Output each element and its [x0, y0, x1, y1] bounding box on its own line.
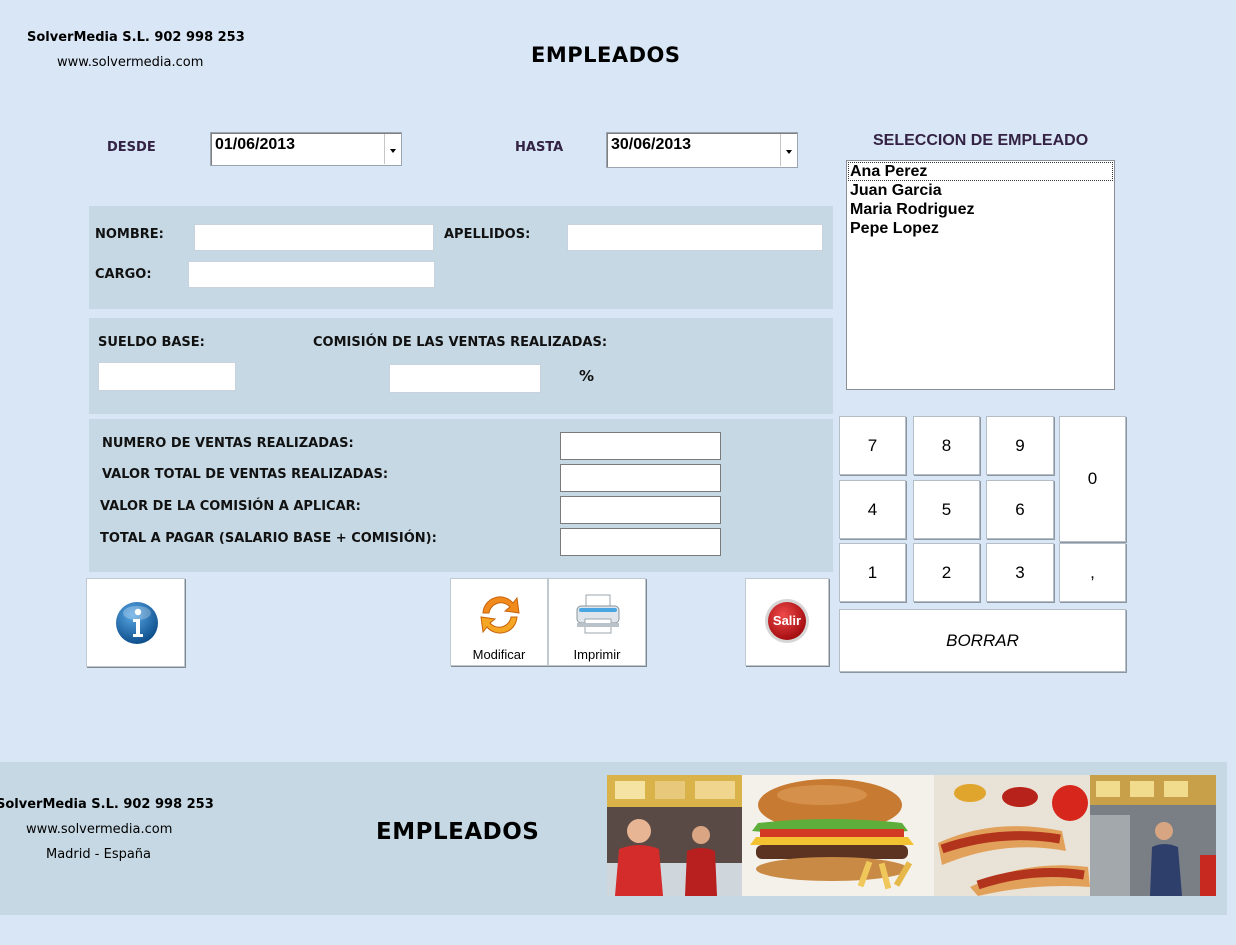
keypad-0-button[interactable]: 0: [1059, 416, 1126, 542]
desde-label: DESDE: [107, 140, 156, 155]
list-item-employee[interactable]: Juan Garcia: [848, 181, 1113, 200]
employee-selection-title: SELECCION DE EMPLEADO: [873, 132, 1089, 149]
cargo-field[interactable]: [188, 261, 435, 288]
company-phone: SolverMedia S.L. 902 998 253: [27, 30, 245, 45]
valor-total-field[interactable]: [560, 464, 721, 492]
hasta-date-picker[interactable]: 30/06/2013: [606, 132, 798, 168]
imprimir-label: Imprimir: [573, 647, 621, 662]
list-item-employee[interactable]: Maria Rodriguez: [848, 200, 1113, 219]
total-pagar-label: TOTAL A PAGAR (SALARIO BASE + COMISIÓN):: [100, 531, 437, 546]
list-item-employee[interactable]: Pepe Lopez: [848, 219, 1113, 238]
keypad-9-button[interactable]: 9: [986, 416, 1054, 475]
total-pagar-field[interactable]: [560, 528, 721, 556]
desde-date-picker[interactable]: 01/06/2013: [210, 132, 402, 166]
percent-label: %: [579, 367, 595, 385]
employee-listbox[interactable]: Ana Perez Juan Garcia Maria Rodriguez Pe…: [846, 160, 1115, 390]
desde-date-value: 01/06/2013: [215, 136, 296, 153]
hamburger-image: [742, 775, 934, 896]
nombre-field[interactable]: [194, 224, 434, 251]
list-item-employee[interactable]: Ana Perez: [848, 162, 1113, 181]
nombre-label: NOMBRE:: [95, 227, 164, 242]
keypad-1-button[interactable]: 1: [839, 543, 906, 602]
footer-location: Madrid - España: [46, 847, 152, 862]
hasta-label: HASTA: [515, 140, 564, 155]
refresh-icon: [480, 596, 520, 634]
footer-company-phone: SolverMedia S.L. 902 998 253: [0, 797, 214, 812]
keypad-6-button[interactable]: 6: [986, 480, 1054, 539]
printer-icon: [576, 594, 620, 634]
salir-button[interactable]: Salir: [745, 578, 829, 666]
hotdog-image: [934, 775, 1090, 896]
modificar-button[interactable]: Modificar: [450, 578, 548, 666]
numero-ventas-label: NUMERO DE VENTAS REALIZADAS:: [102, 436, 354, 451]
kitchen-worker-image: [1090, 775, 1216, 896]
personal-info-panel: [89, 206, 833, 309]
comision-field[interactable]: [389, 364, 541, 393]
modificar-label: Modificar: [472, 647, 526, 662]
imprimir-button[interactable]: Imprimir: [548, 578, 646, 666]
chevron-down-icon[interactable]: [780, 134, 796, 166]
info-icon: [116, 602, 158, 644]
page-title: EMPLEADOS: [531, 43, 681, 67]
apellidos-field[interactable]: [567, 224, 823, 251]
info-button[interactable]: [86, 578, 185, 667]
sueldo-base-field[interactable]: [98, 362, 236, 391]
restaurant-staff-image: [607, 775, 742, 896]
valor-comision-label: VALOR DE LA COMISIÓN A APLICAR:: [100, 499, 361, 514]
keypad-5-button[interactable]: 5: [913, 480, 980, 539]
keypad-4-button[interactable]: 4: [839, 480, 906, 539]
keypad-7-button[interactable]: 7: [839, 416, 906, 475]
keypad-2-button[interactable]: 2: [913, 543, 980, 602]
footer-website: www.solvermedia.com: [26, 822, 173, 837]
footer-title: EMPLEADOS: [376, 819, 540, 845]
valor-comision-field[interactable]: [560, 496, 721, 524]
valor-total-label: VALOR TOTAL DE VENTAS REALIZADAS:: [102, 467, 389, 482]
comision-label: COMISIÓN DE LAS VENTAS REALIZADAS:: [313, 335, 608, 350]
chevron-down-icon[interactable]: [384, 134, 400, 164]
keypad-8-button[interactable]: 8: [913, 416, 980, 475]
cargo-label: CARGO:: [95, 267, 152, 282]
borrar-button[interactable]: BORRAR: [839, 609, 1126, 672]
salir-label: Salir: [772, 613, 802, 628]
hasta-date-value: 30/06/2013: [611, 136, 692, 153]
apellidos-label: APELLIDOS:: [444, 227, 531, 242]
numero-ventas-field[interactable]: [560, 432, 721, 460]
company-website: www.solvermedia.com: [57, 55, 204, 70]
keypad-3-button[interactable]: 3: [986, 543, 1054, 602]
sueldo-base-label: SUELDO BASE:: [98, 335, 205, 350]
keypad-comma-button[interactable]: ,: [1059, 543, 1126, 602]
